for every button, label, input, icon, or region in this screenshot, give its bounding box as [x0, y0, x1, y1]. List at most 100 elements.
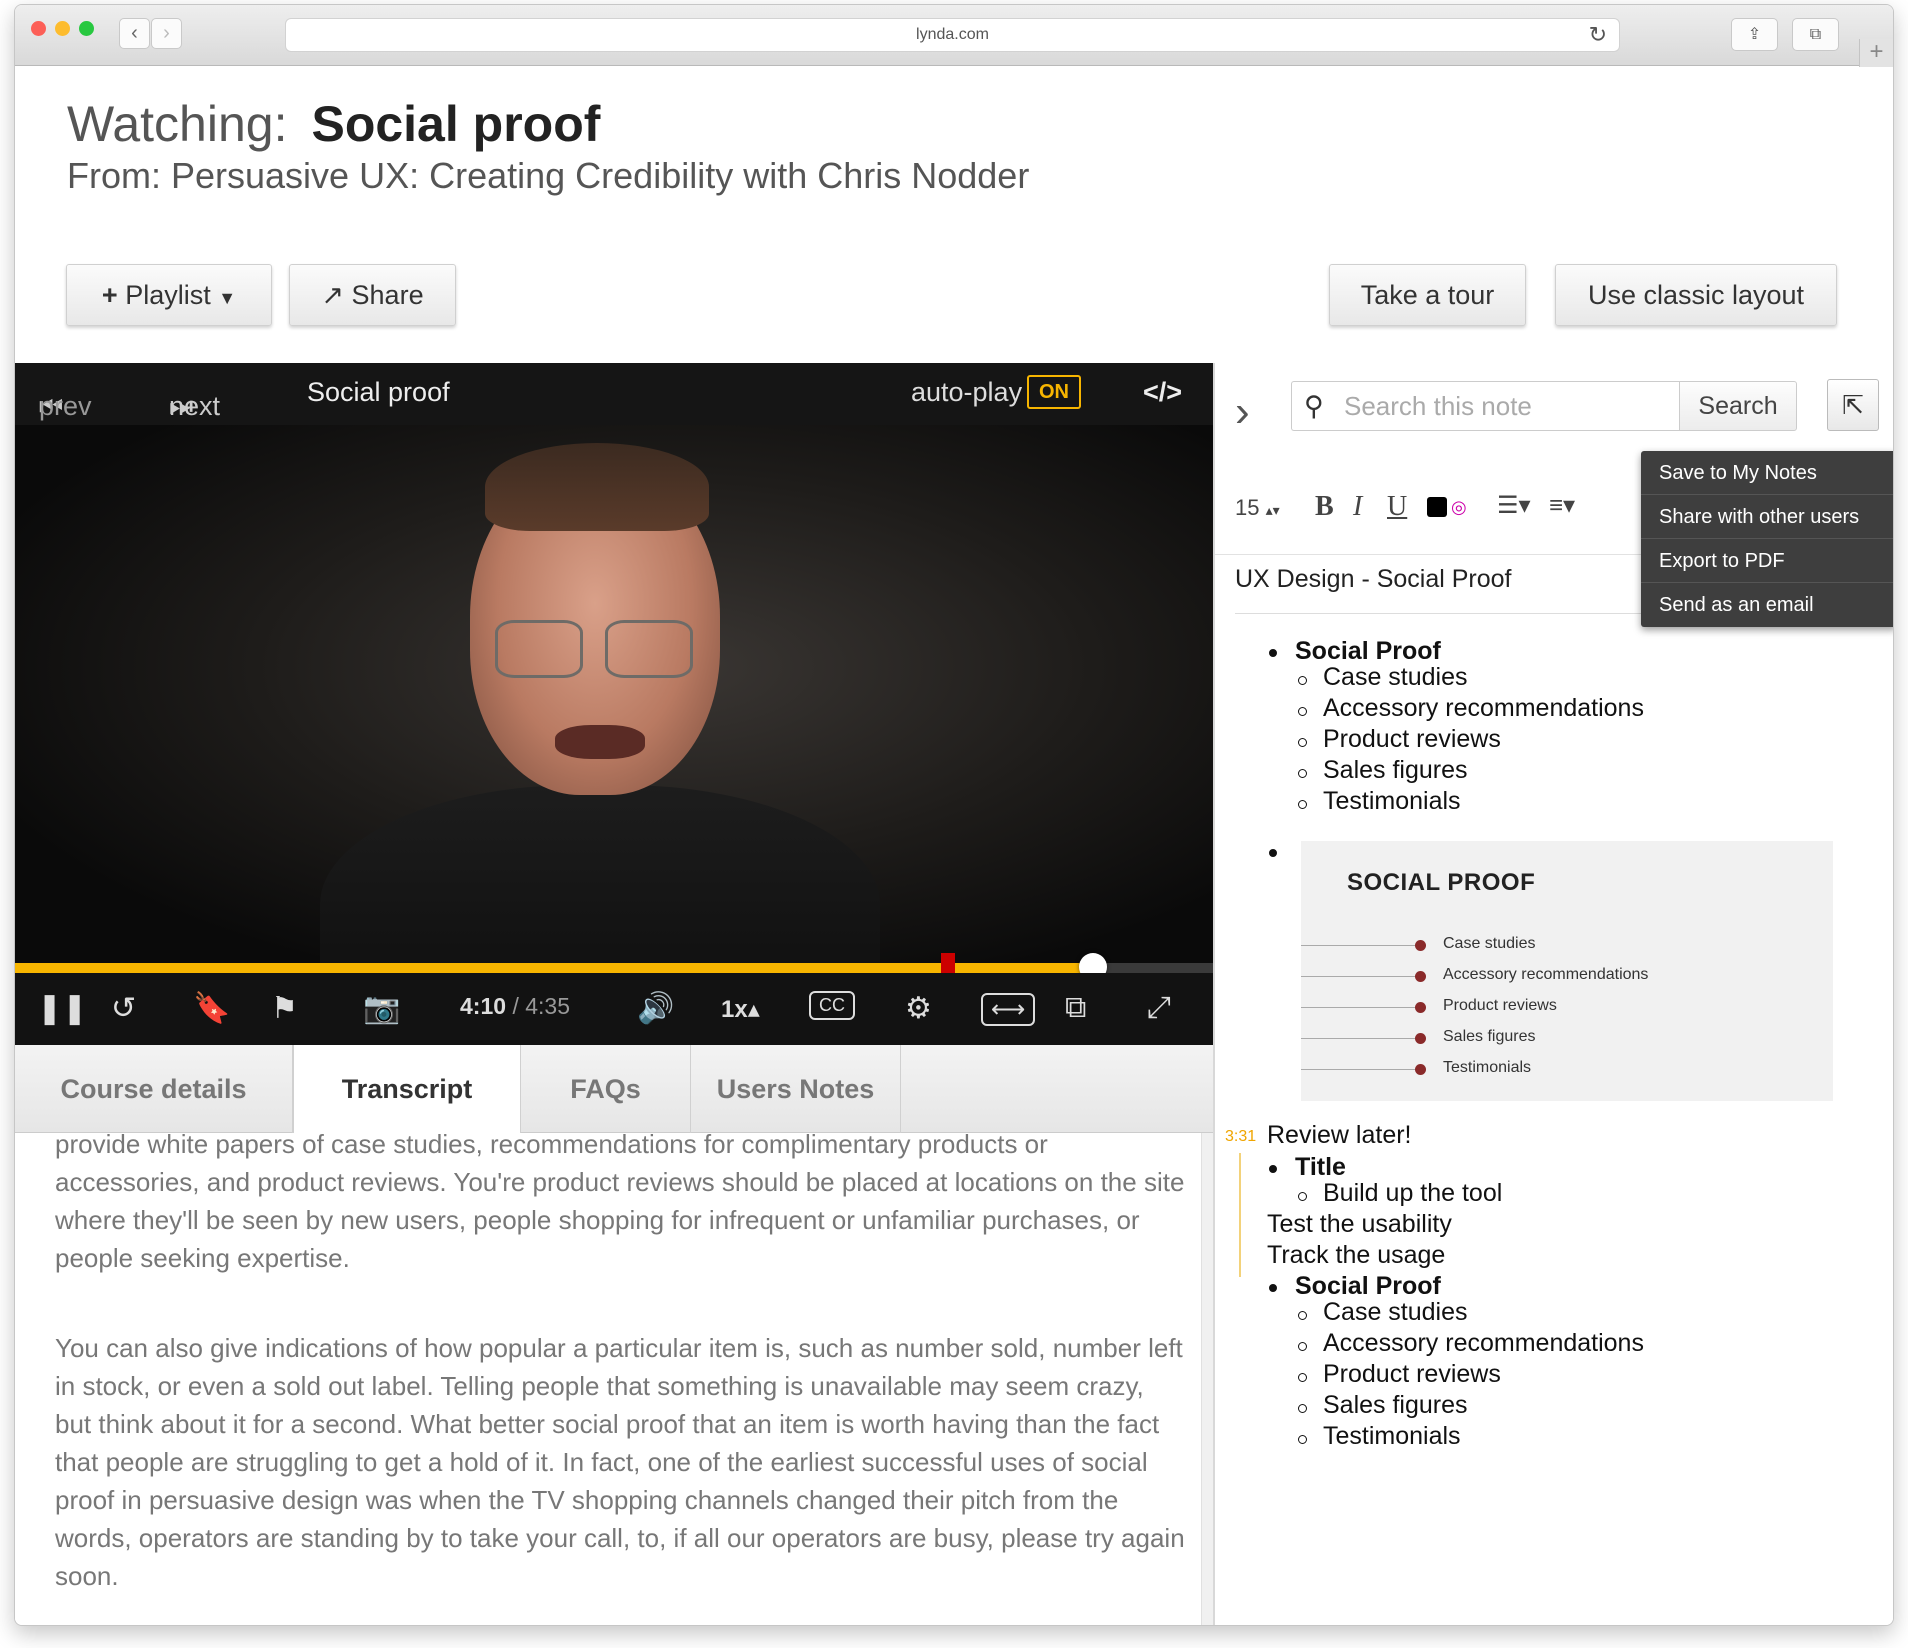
menu-send-email[interactable]: Send as an email — [1641, 583, 1893, 627]
skip-forward-icon: ⏭ — [169, 391, 194, 421]
timestamp-link[interactable]: 3:31 — [1225, 1128, 1256, 1146]
chevron-left-icon: ‹ — [131, 22, 138, 44]
page-title: Watching: Social proof — [67, 95, 600, 153]
embedded-slide-image[interactable]: SOCIAL PROOF Case studies Accessory reco… — [1301, 841, 1833, 1101]
bookmark-clock-icon[interactable]: ⚑ — [271, 991, 298, 1026]
autoplay-label: auto-play — [911, 377, 1023, 407]
pause-icon[interactable]: ❚❚ — [37, 991, 87, 1026]
slide-line — [1301, 1069, 1419, 1070]
zoom-window-button[interactable] — [79, 21, 94, 36]
search-icon: ⚲ — [1304, 391, 1324, 421]
wide-mode-icon[interactable]: ⟷ — [981, 993, 1036, 1026]
slide-line — [1301, 1038, 1419, 1039]
fullscreen-icon[interactable]: ⤢ — [1147, 991, 1171, 1025]
slide-item: Testimonials — [1443, 1059, 1532, 1076]
note-item: Accessory recommendations — [1323, 1329, 1644, 1357]
menu-export-pdf[interactable]: Export to PDF — [1641, 539, 1893, 583]
sub-bullet — [1298, 707, 1307, 716]
camera-icon[interactable]: 📷 — [363, 991, 400, 1026]
tab-transcript[interactable]: Transcript — [293, 1045, 521, 1133]
tab-users-notes[interactable]: Users Notes — [691, 1045, 901, 1133]
bookmark-marker[interactable] — [941, 953, 955, 973]
playlist-label: Playlist — [125, 280, 211, 310]
export-note-button[interactable]: ⇱ — [1827, 379, 1879, 431]
time-current: 4:10 — [460, 993, 507, 1019]
share-label: Share — [351, 280, 424, 310]
underline-button[interactable]: U — [1387, 491, 1407, 523]
player-title: Social proof — [307, 377, 450, 407]
search-button[interactable]: Search — [1679, 381, 1797, 431]
menu-share-with-users[interactable]: Share with other users — [1641, 495, 1893, 539]
font-size-value: 15 — [1235, 495, 1260, 520]
menu-save-to-my-notes[interactable]: Save to My Notes — [1641, 451, 1893, 495]
rewind-10-icon[interactable]: ↺ — [111, 991, 136, 1026]
note-item: Product reviews — [1323, 725, 1501, 753]
watching-label: Watching: — [67, 96, 288, 152]
presenter-mouth — [555, 725, 645, 759]
tab-faqs[interactable]: FAQs — [521, 1045, 691, 1133]
caret-down-icon: ▼ — [218, 288, 237, 308]
reload-icon[interactable]: ↻ — [1589, 19, 1607, 51]
note-item: Track the usage — [1267, 1241, 1446, 1269]
stepper-arrows-icon: ▴▾ — [1265, 502, 1280, 518]
back-button[interactable]: ‹ — [119, 18, 150, 49]
speed-button[interactable]: 1x▴ — [721, 995, 760, 1024]
glasses-right-lens — [605, 620, 693, 678]
slide-title: SOCIAL PROOF — [1347, 869, 1536, 896]
bold-button[interactable]: B — [1315, 491, 1334, 523]
minimize-window-button[interactable] — [55, 21, 70, 36]
cc-button[interactable]: CC — [809, 991, 855, 1020]
sub-bullet — [1298, 1342, 1307, 1351]
classic-layout-button[interactable]: Use classic layout — [1555, 264, 1837, 326]
close-window-button[interactable] — [31, 21, 46, 36]
font-size-stepper[interactable]: 15 ▴▾ — [1235, 495, 1280, 521]
slide-dot — [1415, 1064, 1426, 1075]
embed-icon[interactable]: </> — [1143, 377, 1182, 408]
bookmark-icon[interactable]: 🔖 — [193, 991, 230, 1026]
note-heading: Title — [1295, 1153, 1346, 1181]
glasses-left-lens — [495, 620, 583, 678]
share-button[interactable]: ↗ Share — [289, 264, 456, 326]
transcript-paragraph: You can also give indications of how pop… — [55, 1333, 1185, 1591]
note-item: Testimonials — [1323, 1422, 1461, 1450]
video-frame[interactable] — [15, 425, 1213, 1045]
gear-icon[interactable]: ⚙ — [905, 991, 932, 1026]
show-tabs-button[interactable]: ⧉ — [1792, 18, 1839, 51]
note-item: Case studies — [1323, 1298, 1468, 1326]
align-icon[interactable]: ≡▾ — [1549, 491, 1575, 520]
slide-line — [1301, 976, 1419, 977]
timestamp-bracket — [1239, 1153, 1241, 1277]
address-bar[interactable]: lynda.com ↻ — [285, 18, 1620, 52]
forward-button[interactable]: › — [151, 18, 182, 49]
sub-bullet — [1298, 1192, 1307, 1201]
share-icon: ⇪ — [1747, 26, 1762, 43]
export-menu: Save to My Notes Share with other users … — [1641, 451, 1893, 627]
playlist-button[interactable]: + Playlist ▼ — [66, 264, 272, 326]
volume-icon[interactable]: 🔊 — [637, 991, 674, 1026]
share-page-button[interactable]: ⇪ — [1731, 18, 1778, 51]
new-tab-button[interactable]: + — [1859, 39, 1893, 67]
note-item: Accessory recommendations — [1323, 694, 1644, 722]
note-search-input[interactable]: ⚲ Search this note — [1291, 381, 1679, 431]
color-wheel-icon[interactable]: ◎ — [1451, 497, 1467, 518]
popout-icon[interactable]: ⧉ — [1065, 991, 1086, 1025]
take-tour-button[interactable]: Take a tour — [1329, 264, 1526, 326]
progress-fill — [15, 963, 1094, 973]
bullet — [1269, 1165, 1277, 1173]
list-icon[interactable]: ☰▾ — [1497, 491, 1531, 520]
video-player[interactable]: ⏮ prev next ⏭ Social proof auto-play ON … — [15, 363, 1213, 1045]
sub-bullet — [1298, 1404, 1307, 1413]
export-icon: ⇱ — [1842, 390, 1864, 420]
collapse-notes-icon[interactable]: › — [1235, 387, 1250, 437]
content-tabs: Course details Transcript FAQs Users Not… — [15, 1045, 1213, 1133]
note-item: Product reviews — [1323, 1360, 1501, 1388]
italic-button[interactable]: I — [1353, 491, 1362, 523]
browser-toolbar: ‹ › lynda.com ↻ ⇪ ⧉ + — [15, 5, 1893, 67]
sub-bullet — [1298, 769, 1307, 778]
text-color-swatch[interactable] — [1427, 497, 1447, 517]
autoplay-toggle[interactable]: ON — [1027, 375, 1081, 409]
tab-course-details[interactable]: Course details — [15, 1045, 293, 1133]
note-title[interactable]: UX Design - Social Proof — [1235, 565, 1512, 594]
search-placeholder: Search this note — [1344, 391, 1532, 421]
transcript-scrollbar[interactable] — [1201, 1133, 1213, 1625]
